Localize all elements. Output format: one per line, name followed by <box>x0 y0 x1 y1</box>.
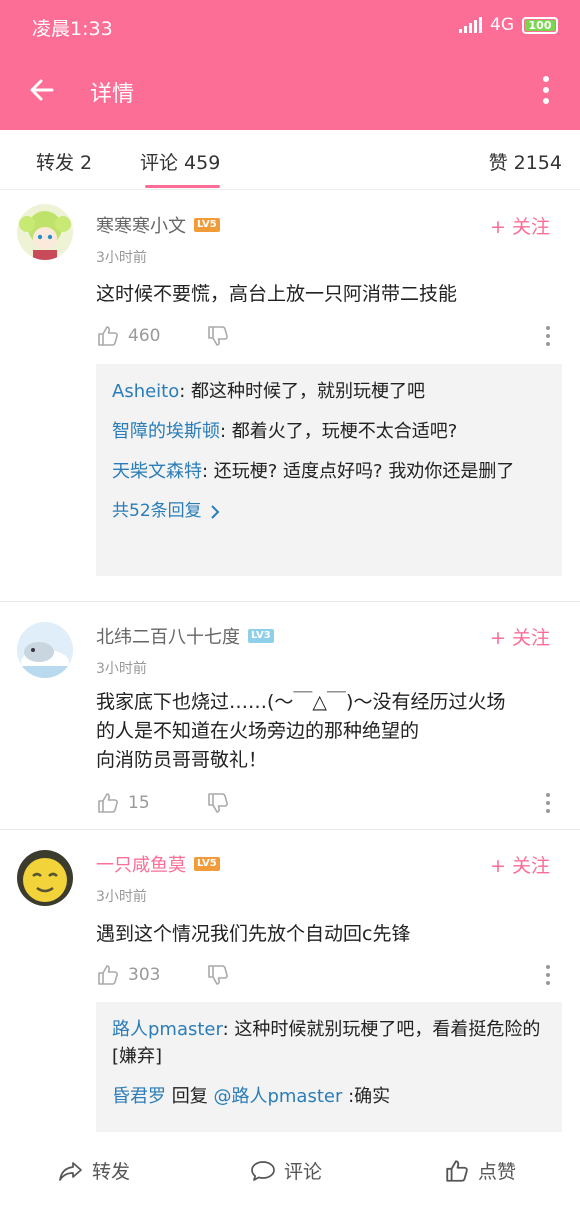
app-bar: 详情 <box>0 52 580 130</box>
username[interactable]: 北纬二百八十七度 LV3 <box>96 623 274 649</box>
thumb-up-icon[interactable] <box>96 324 120 348</box>
reply-box: 路人pmaster: 这种时候就别玩梗了吧，看着挺危险的[嫌弃] 昏君罗 回复 … <box>96 1002 562 1132</box>
comment-item: 寒寒寒小文 LV5 + 关注 3小时前 这时候不要慌，高台上放一只阿消带二技能 … <box>0 190 580 600</box>
thumb-down-icon[interactable] <box>206 791 230 815</box>
avatar[interactable] <box>17 204 73 260</box>
comment-more-icon[interactable] <box>546 965 550 985</box>
reply-text: : 都这种时候了，就别玩梗了吧 <box>179 381 426 402</box>
reply-connector: 回复 <box>166 1086 214 1107</box>
bottom-action-bar: 转发 评论 点赞 <box>0 1140 580 1207</box>
reply-text: : 还玩梗? 适度点好吗? 我劝你还是删了 <box>202 461 515 482</box>
comment-label: 评论 <box>284 1161 323 1183</box>
comment-icon <box>251 1160 275 1181</box>
battery-icon: 100 <box>522 16 558 34</box>
level-badge: LV3 <box>248 629 274 643</box>
more-replies-label: 共52条回复 <box>112 501 202 521</box>
page-title: 详情 <box>90 82 135 107</box>
username[interactable]: 寒寒寒小文 LV5 <box>96 212 220 238</box>
signal-icon <box>459 17 482 33</box>
comment-text: 遇到这个情况我们先放个自动回c先锋 <box>96 923 411 945</box>
comment-text-line: 我家底下也烧过……(〜￣△￣)〜没有经历过火场 <box>96 691 506 713</box>
avatar[interactable] <box>17 622 73 678</box>
view-all-replies-link[interactable]: 共52条回复 <box>112 498 546 525</box>
reply-author[interactable]: 天柴文森特 <box>112 461 202 482</box>
chevron-right-icon <box>210 504 220 519</box>
reply-text: :确实 <box>342 1086 391 1107</box>
reply-item[interactable]: 路人pmaster: 这种时候就别玩梗了吧，看着挺危险的[嫌弃] <box>112 1016 546 1070</box>
reply-item[interactable]: 昏君罗 回复 @路人pmaster :确实 <box>112 1083 546 1110</box>
comment-text-line: 向消防员哥哥敬礼！ <box>96 749 268 771</box>
follow-button[interactable]: + 关注 <box>490 212 550 239</box>
tab-bar: 转发 2 评论 459 赞 2154 <box>0 130 580 190</box>
status-bar: 凌晨1:33 4G 100 <box>0 0 580 52</box>
forward-button[interactable]: 转发 <box>58 1157 130 1184</box>
reply-author[interactable]: 智障的埃斯顿 <box>112 421 220 442</box>
username-text: 北纬二百八十七度 <box>96 627 240 648</box>
like-count: 303 <box>128 965 161 985</box>
top-bar: 凌晨1:33 4G 100 详情 <box>0 0 580 130</box>
avatar[interactable] <box>17 850 73 906</box>
comment-more-icon[interactable] <box>546 326 550 346</box>
forward-label: 转发 <box>92 1161 131 1183</box>
battery-level: 100 <box>528 18 552 32</box>
thumb-up-icon[interactable] <box>96 963 120 987</box>
comment-text-line: 的人是不知道在火场旁边的那种绝望的 <box>96 720 420 742</box>
level-badge: LV5 <box>194 857 220 871</box>
share-icon <box>59 1161 82 1181</box>
thumb-up-icon <box>446 1159 468 1182</box>
reply-item[interactable]: 智障的埃斯顿: 都着火了，玩梗不太合适吧? <box>112 418 546 445</box>
comment-time: 3小时前 <box>96 889 147 905</box>
comment-actions: 303 <box>96 963 560 989</box>
more-vertical-icon[interactable] <box>542 76 550 104</box>
thumb-down-icon[interactable] <box>206 963 230 987</box>
comment-button[interactable]: 评论 <box>250 1157 322 1184</box>
comment-actions: 460 <box>96 324 560 350</box>
like-label: 点赞 <box>478 1161 517 1183</box>
thumb-up-icon[interactable] <box>96 791 120 815</box>
thumb-down-icon[interactable] <box>206 324 230 348</box>
reply-author[interactable]: 路人pmaster <box>112 1019 223 1040</box>
like-count: 15 <box>128 793 150 813</box>
tab-comment[interactable]: 评论 459 <box>140 148 220 175</box>
active-tab-indicator <box>145 185 220 188</box>
comment-text: 我家底下也烧过……(〜￣△￣)〜没有经历过火场 的人是不知道在火场旁边的那种绝望… <box>96 688 556 775</box>
level-badge: LV5 <box>194 218 220 232</box>
status-right: 4G 100 <box>459 15 558 35</box>
follow-button[interactable]: + 关注 <box>490 851 550 878</box>
reply-item[interactable]: 天柴文森特: 还玩梗? 适度点好吗? 我劝你还是删了 <box>112 458 546 485</box>
username[interactable]: 一只咸鱼莫 LV5 <box>96 851 220 877</box>
comment-more-icon[interactable] <box>546 793 550 813</box>
comment-time: 3小时前 <box>96 250 147 266</box>
reply-text: : 都着火了，玩梗不太合适吧? <box>220 421 458 442</box>
status-time: 凌晨1:33 <box>32 18 113 40</box>
arrow-left-icon[interactable] <box>28 76 56 104</box>
reply-mention[interactable]: @路人pmaster <box>213 1086 342 1107</box>
network-label: 4G <box>490 15 514 35</box>
reply-author[interactable]: 昏君罗 <box>112 1086 166 1107</box>
follow-button[interactable]: + 关注 <box>490 623 550 650</box>
username-text: 寒寒寒小文 <box>96 216 186 237</box>
tab-like[interactable]: 赞 2154 <box>489 148 562 175</box>
comment-actions: 15 <box>96 791 560 817</box>
comment-time: 3小时前 <box>96 661 147 677</box>
like-button[interactable]: 点赞 <box>444 1157 516 1184</box>
reply-box: Asheito: 都这种时候了，就别玩梗了吧 智障的埃斯顿: 都着火了，玩梗不太… <box>96 364 562 576</box>
like-count: 460 <box>128 326 161 346</box>
comment-item: 一只咸鱼莫 LV5 + 关注 3小时前 遇到这个情况我们先放个自动回c先锋 30… <box>0 830 580 1140</box>
username-text: 一只咸鱼莫 <box>96 855 186 876</box>
reply-item[interactable]: Asheito: 都这种时候了，就别玩梗了吧 <box>112 378 546 405</box>
comment-item: 北纬二百八十七度 LV3 + 关注 3小时前 我家底下也烧过……(〜￣△￣)〜没… <box>0 602 580 828</box>
comment-text: 这时候不要慌，高台上放一只阿消带二技能 <box>96 283 458 305</box>
reply-author[interactable]: Asheito <box>112 381 179 402</box>
tab-forward[interactable]: 转发 2 <box>36 148 92 175</box>
